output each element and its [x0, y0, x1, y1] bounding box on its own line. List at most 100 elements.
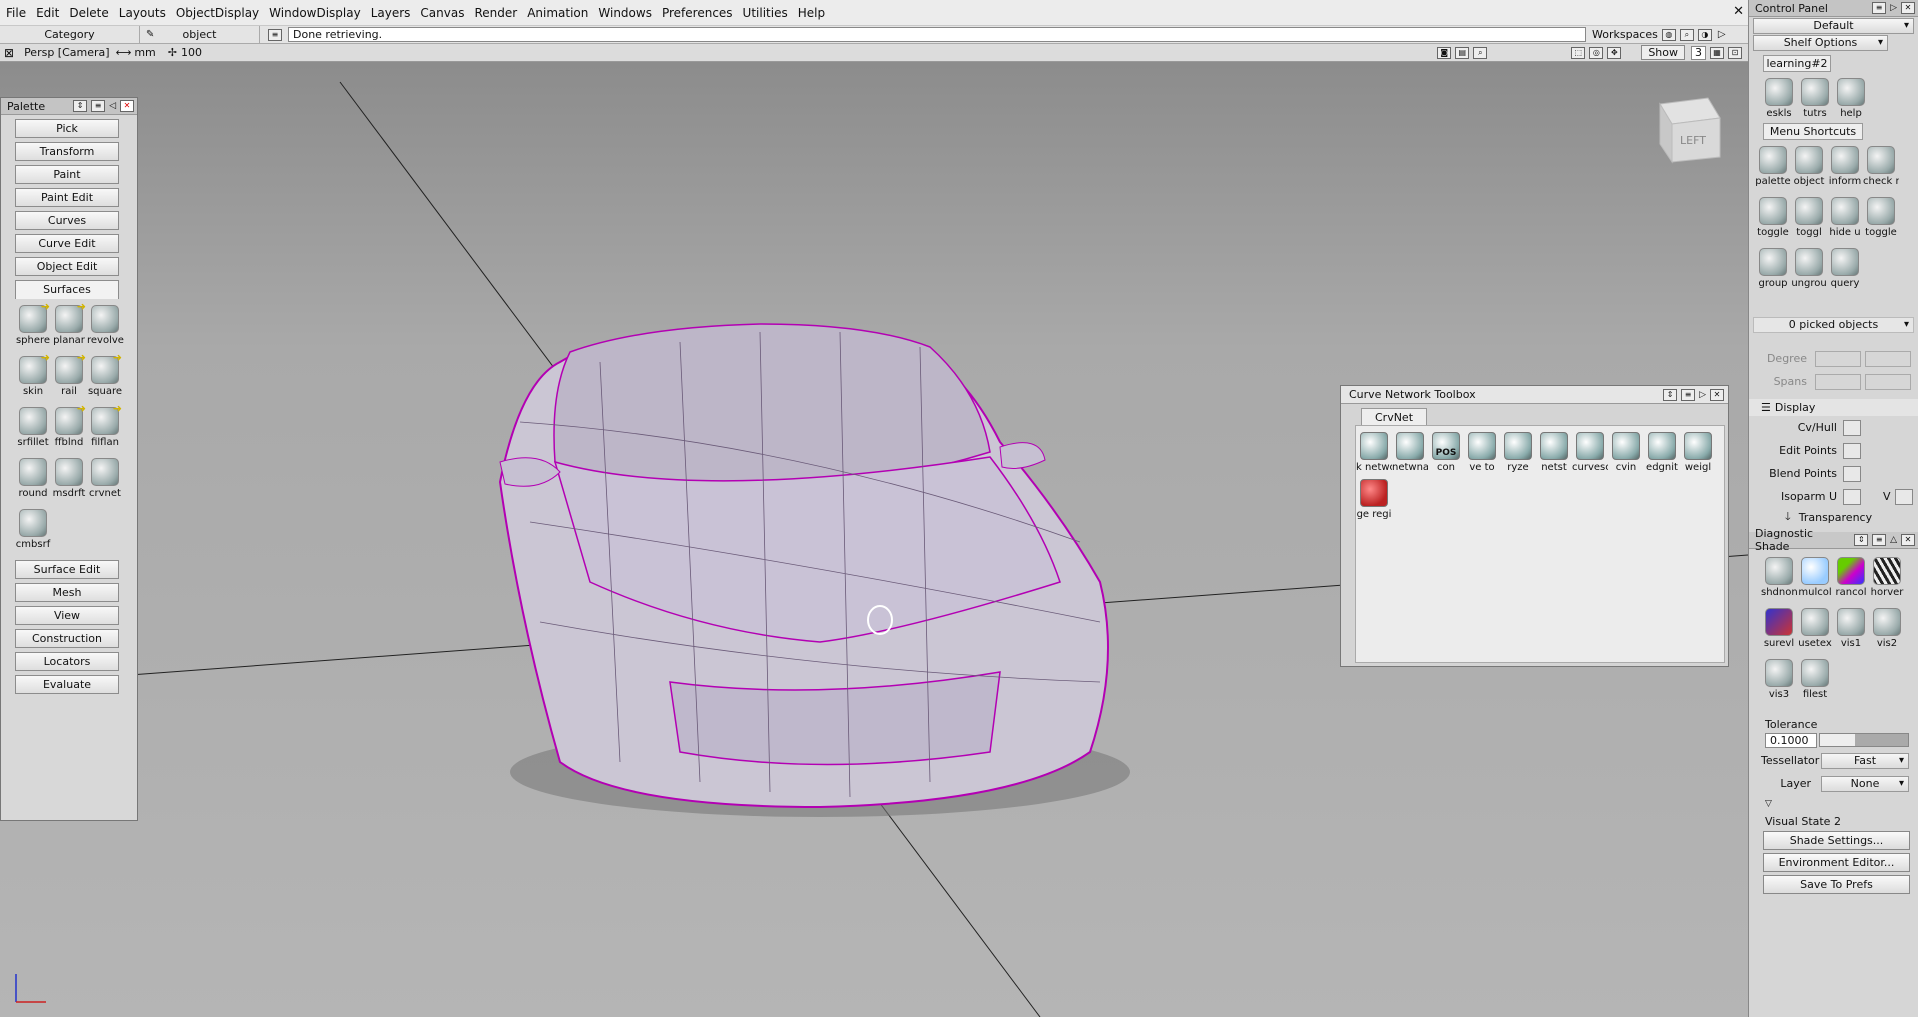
- save-to-prefs-button[interactable]: Save To Prefs: [1763, 875, 1910, 894]
- shortcut-check[interactable]: check r: [1863, 144, 1899, 193]
- object-selector[interactable]: ✎ object: [140, 26, 260, 43]
- crvnet-tool-5[interactable]: ryze: [1500, 432, 1536, 473]
- ds-vis2[interactable]: vis2: [1869, 606, 1905, 655]
- camera-icon[interactable]: ◙: [1437, 46, 1452, 59]
- toolbox-close-icon[interactable]: ✕: [1710, 388, 1724, 401]
- ds-menu-icon[interactable]: ≡: [1872, 534, 1887, 546]
- ds-close-icon[interactable]: ✕: [1901, 534, 1915, 546]
- menu-canvas[interactable]: Canvas: [420, 6, 472, 20]
- ds-mulcol[interactable]: mulcol: [1797, 555, 1833, 604]
- close-icon[interactable]: ✕: [1733, 4, 1744, 19]
- menu-help[interactable]: Help: [798, 6, 833, 20]
- palette-mesh-button[interactable]: Mesh: [15, 583, 119, 602]
- tool-square[interactable]: square: [87, 351, 123, 403]
- crvnet-tool-1[interactable]: k netwo: [1356, 432, 1392, 473]
- viewport-close-icon[interactable]: ⊠: [4, 46, 14, 60]
- palette-surface-edit-button[interactable]: Surface Edit: [15, 560, 119, 579]
- shortcut-toggle-1[interactable]: toggle: [1755, 195, 1791, 244]
- camera-label[interactable]: Persp [Camera]: [24, 46, 110, 59]
- crvnet-tool-10[interactable]: weigl: [1680, 432, 1716, 473]
- layout-dropdown[interactable]: Default: [1753, 18, 1914, 34]
- palette-curve-edit-button[interactable]: Curve Edit: [15, 234, 119, 253]
- prompt-history-icon[interactable]: ≡: [268, 28, 282, 41]
- shortcut-hide[interactable]: hide u: [1827, 195, 1863, 244]
- shortcut-palette[interactable]: palette: [1755, 144, 1791, 193]
- ds-collapse-icon[interactable]: △: [1890, 535, 1897, 545]
- palette-surfaces-tab[interactable]: Surfaces: [15, 280, 119, 299]
- toolbox-menu-icon[interactable]: ≡: [1681, 388, 1696, 401]
- shortcut-toggle-3[interactable]: toggle: [1863, 195, 1899, 244]
- palette-paint-button[interactable]: Paint: [15, 165, 119, 184]
- cp-expand-icon[interactable]: ▷: [1890, 3, 1897, 13]
- shelf-help[interactable]: help: [1833, 76, 1869, 125]
- palette-view-button[interactable]: View: [15, 606, 119, 625]
- degree-field-2[interactable]: [1865, 350, 1911, 367]
- crvnet-tools-tab[interactable]: CrvNet Tools: [1361, 408, 1427, 441]
- menu-preferences[interactable]: Preferences: [662, 6, 741, 20]
- cp-close-icon[interactable]: ✕: [1901, 2, 1915, 14]
- layout-icon-2[interactable]: ⊡: [1728, 46, 1742, 59]
- crvnet-tool-3[interactable]: POS con: [1428, 432, 1464, 473]
- tool-msdrft[interactable]: msdrft: [51, 456, 87, 505]
- ds-rancol[interactable]: rancol: [1833, 555, 1869, 604]
- menu-windowdisplay[interactable]: WindowDisplay: [269, 6, 369, 20]
- menu-layouts[interactable]: Layouts: [119, 6, 174, 20]
- crvnet-tool-9[interactable]: edgnit: [1644, 432, 1680, 473]
- workspace-icon-1[interactable]: ◍: [1661, 28, 1676, 41]
- crvnet-tool-8[interactable]: cvin: [1608, 432, 1644, 473]
- zoom-icon[interactable]: ⌕: [1473, 46, 1488, 59]
- environment-editor-button[interactable]: Environment Editor...: [1763, 853, 1910, 872]
- show-button[interactable]: Show: [1641, 45, 1685, 60]
- tolerance-slider[interactable]: [1819, 733, 1909, 747]
- section-collapse-icon[interactable]: ▽: [1765, 799, 1918, 809]
- workspaces-label[interactable]: Workspaces: [1592, 28, 1658, 41]
- workspace-icon-2[interactable]: ⌕: [1679, 28, 1694, 41]
- spans-field[interactable]: [1815, 373, 1861, 390]
- tool-revolve[interactable]: revolve: [87, 303, 124, 352]
- move-icon[interactable]: ✥: [1607, 46, 1622, 59]
- isoparm-v-checkbox[interactable]: [1894, 488, 1913, 505]
- view-cube[interactable]: LEFT: [1659, 97, 1721, 164]
- crvnet-tool-7[interactable]: curvesculpt: [1572, 432, 1608, 473]
- shortcut-object[interactable]: object: [1791, 144, 1827, 193]
- ds-horver[interactable]: horver: [1869, 555, 1905, 604]
- tool-skin[interactable]: skin: [15, 351, 51, 403]
- tool-cmbsrf[interactable]: cmbsrf: [15, 507, 51, 556]
- palette-construction-button[interactable]: Construction: [15, 629, 119, 648]
- tool-sphere[interactable]: sphere: [15, 300, 51, 352]
- shortcut-ungroup[interactable]: ungrou: [1791, 246, 1827, 295]
- tolerance-input[interactable]: 0.1000: [1765, 732, 1817, 748]
- category-selector[interactable]: Category: [0, 26, 140, 43]
- menu-edit[interactable]: Edit: [36, 6, 67, 20]
- tessellator-dropdown[interactable]: Fast: [1821, 752, 1909, 769]
- shortcut-toggle-2[interactable]: toggl: [1791, 195, 1827, 244]
- ds-size-icon[interactable]: ⇕: [1854, 534, 1869, 546]
- menu-delete[interactable]: Delete: [69, 6, 116, 20]
- edit-points-checkbox[interactable]: [1843, 442, 1861, 459]
- menu-render[interactable]: Render: [474, 6, 525, 20]
- shortcut-group[interactable]: group: [1755, 246, 1791, 295]
- menu-utilities[interactable]: Utilities: [743, 6, 796, 20]
- palette-locators-button[interactable]: Locators: [15, 652, 119, 671]
- tool-rail[interactable]: rail: [51, 351, 87, 403]
- view-icon-1[interactable]: ⬚: [1571, 46, 1586, 59]
- tool-filflan[interactable]: filflan: [87, 402, 123, 454]
- shelf-options-dropdown[interactable]: Shelf Options: [1753, 35, 1888, 51]
- film-icon[interactable]: ▤: [1455, 46, 1470, 59]
- ds-surevl[interactable]: surevl: [1761, 606, 1797, 655]
- menu-objectdisplay[interactable]: ObjectDisplay: [176, 6, 267, 20]
- ds-vis3[interactable]: vis3: [1761, 657, 1797, 706]
- menu-windows[interactable]: Windows: [598, 6, 660, 20]
- tool-srfillet[interactable]: srfillet: [15, 405, 51, 454]
- spans-field-2[interactable]: [1865, 373, 1911, 390]
- ds-usetex[interactable]: usetex: [1797, 606, 1833, 655]
- degree-field[interactable]: [1815, 350, 1861, 367]
- shade-settings-button[interactable]: Shade Settings...: [1763, 831, 1910, 850]
- palette-object-edit-button[interactable]: Object Edit: [15, 257, 119, 276]
- palette-collapse-icon[interactable]: ◁: [109, 101, 116, 111]
- palette-close-icon[interactable]: ✕: [120, 100, 134, 112]
- layout-icon-1[interactable]: ▦: [1710, 46, 1724, 59]
- shelf-eskls[interactable]: eskls: [1761, 76, 1797, 125]
- menu-file[interactable]: File: [6, 6, 34, 20]
- shortcut-inform[interactable]: inform: [1827, 144, 1863, 193]
